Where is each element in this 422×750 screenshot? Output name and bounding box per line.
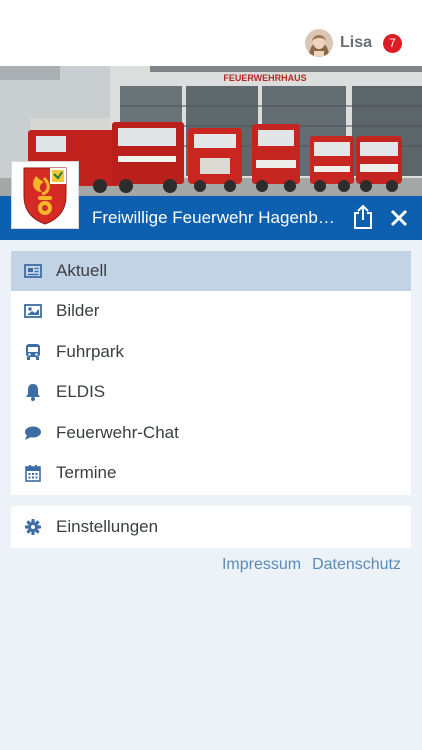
menu-item-label: Fuhrpark bbox=[56, 342, 125, 361]
menu-item-termine[interactable]: Termine bbox=[11, 453, 411, 493]
gear-icon bbox=[24, 518, 42, 536]
menu-item-label: ELDIS bbox=[56, 382, 106, 401]
notification-badge[interactable]: 7 bbox=[383, 33, 402, 53]
bus-icon bbox=[24, 343, 42, 361]
menu-item-bilder[interactable]: Bilder bbox=[11, 291, 411, 331]
menu-item-label: Feuerwehr-Chat bbox=[56, 423, 179, 442]
settings-menu: Einstellungen bbox=[11, 506, 411, 548]
menu-item-label: Termine bbox=[56, 463, 117, 482]
menu-item-label: Bilder bbox=[56, 301, 100, 320]
menu-item-feuerwehr-chat[interactable]: Feuerwehr-Chat bbox=[11, 413, 411, 453]
username[interactable]: Lisa bbox=[340, 34, 372, 52]
station-sign: FEUERWEHRHAUS bbox=[223, 73, 306, 83]
bell-icon bbox=[24, 383, 42, 401]
datenschutz-link[interactable]: Datenschutz bbox=[312, 556, 401, 574]
image-icon bbox=[24, 302, 42, 320]
share-button[interactable] bbox=[350, 202, 376, 232]
close-button[interactable] bbox=[386, 203, 412, 233]
close-icon[interactable] bbox=[389, 208, 409, 228]
top-bar: Lisa 7 bbox=[0, 0, 422, 66]
menu-item-label: Einstellungen bbox=[56, 517, 159, 536]
menu-item-fuhrpark[interactable]: Fuhrpark bbox=[11, 332, 411, 372]
department-name: Freiwillige Feuerwehr Hagenb… bbox=[92, 208, 335, 227]
menu-item-einstellungen[interactable]: Einstellungen bbox=[11, 507, 411, 547]
chat-bubble-icon bbox=[24, 424, 42, 442]
calendar-icon bbox=[24, 464, 42, 482]
menu-item-eldis[interactable]: ELDIS bbox=[11, 372, 411, 412]
main-menu: Aktuell Bilder Fuhrpark ELDIS Feuerwehr-… bbox=[11, 251, 411, 495]
newspaper-icon bbox=[24, 262, 42, 280]
share-icon[interactable] bbox=[352, 204, 374, 230]
user-profile[interactable]: Lisa 7 bbox=[304, 29, 402, 57]
department-logo bbox=[11, 161, 79, 229]
menu-item-aktuell[interactable]: Aktuell bbox=[11, 251, 411, 291]
avatar[interactable] bbox=[304, 29, 333, 57]
footer-links: Impressum Datenschutz bbox=[222, 556, 401, 574]
fire-department-crest-icon bbox=[23, 167, 67, 225]
menu-item-label: Aktuell bbox=[56, 261, 108, 280]
impressum-link[interactable]: Impressum bbox=[222, 556, 301, 574]
